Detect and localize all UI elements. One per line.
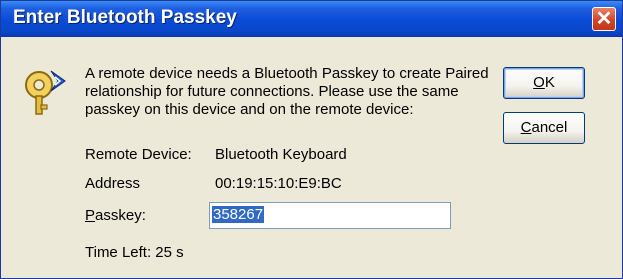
ok-button[interactable]: OK [503,67,585,99]
remote-device-label: Remote Device: [85,146,192,163]
address-label: Address [85,175,141,192]
remote-device-value: Bluetooth Keyboard [215,146,347,163]
cancel-button[interactable]: Cancel [503,112,585,144]
key-icon [25,70,66,115]
dialog-message: A remote device needs a Bluetooth Passke… [85,65,489,118]
ok-mnemonic: O [533,74,545,91]
close-icon: ✕ [595,8,613,30]
passkey-label-rest: asskey: [95,207,146,224]
time-left: Time Left: 25 s [85,244,184,261]
bluetooth-passkey-dialog: Enter Bluetooth Passkey ✕ A remote devic… [0,0,623,279]
ok-label-rest: K [544,74,555,91]
address-value: 00:19:15:10:E9:BC [215,175,342,192]
window-title: Enter Bluetooth Passkey [13,7,237,28]
title-bar[interactable]: Enter Bluetooth Passkey ✕ [1,1,622,37]
cancel-label-rest: ancel [531,119,568,136]
close-button[interactable]: ✕ [592,7,616,31]
passkey-value: 358267 [212,206,265,223]
cancel-mnemonic: C [520,119,532,136]
passkey-label: Passkey: [85,207,146,224]
passkey-label-mnemonic: P [85,207,96,224]
passkey-input[interactable]: 358267 [209,202,451,229]
